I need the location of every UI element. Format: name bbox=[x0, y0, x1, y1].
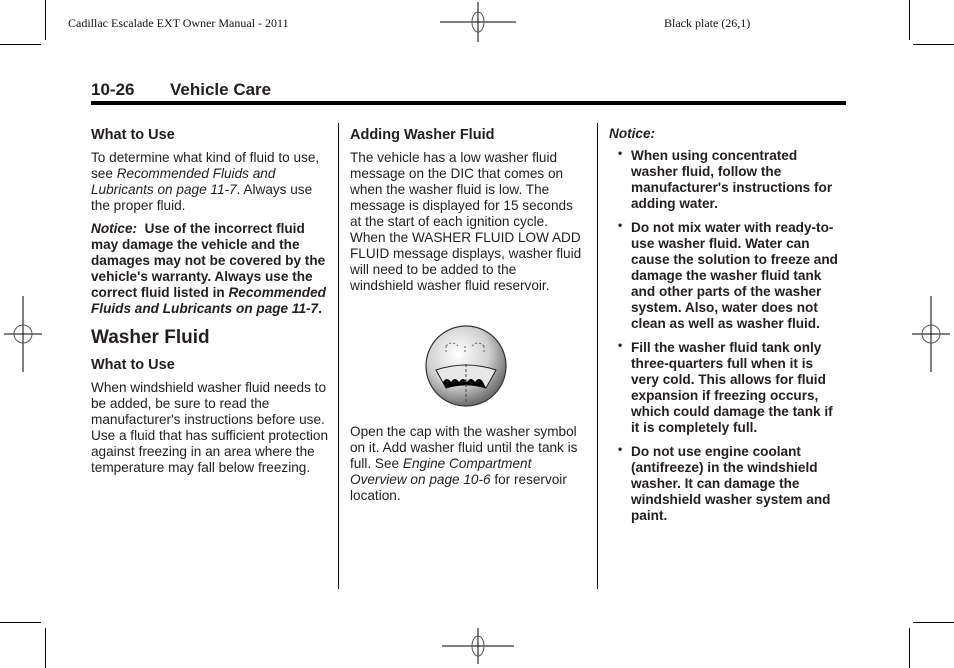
cap-paragraph: Open the cap with the washer symbol on i… bbox=[350, 424, 582, 504]
washer-fluid-heading: Washer Fluid bbox=[91, 327, 210, 348]
washer-symbol-figure bbox=[350, 324, 582, 408]
plate-label: Black plate (26,1) bbox=[664, 16, 751, 30]
adding-washer-fluid-heading: Adding Washer Fluid bbox=[350, 127, 495, 143]
washer-what-to-use-heading: What to Use bbox=[91, 357, 175, 373]
crop-mark bbox=[0, 622, 41, 623]
crop-mark bbox=[913, 44, 954, 45]
title-rule bbox=[91, 101, 846, 105]
registration-mark-left bbox=[4, 296, 42, 372]
page-number: 10-26 bbox=[91, 80, 135, 99]
notice-end: . bbox=[318, 301, 322, 316]
column-divider bbox=[597, 123, 598, 589]
column-2: Adding Washer Fluid The vehicle has a lo… bbox=[350, 126, 582, 511]
bullet-icon: • bbox=[618, 442, 623, 456]
crop-mark bbox=[909, 628, 910, 668]
column-3: Notice: • When using concentrated washer … bbox=[609, 126, 841, 532]
column-1: What to Use To determine what kind of fl… bbox=[91, 126, 331, 483]
registration-mark-top bbox=[440, 2, 516, 42]
washer-paragraph: When windshield washer fluid needs to be… bbox=[91, 380, 329, 475]
washer-fluid-cap-icon bbox=[425, 325, 507, 407]
notice-bullet-list: • When using concentrated washer fluid, f… bbox=[609, 146, 841, 524]
list-item: • When using concentrated washer fluid, f… bbox=[609, 146, 841, 212]
bullet-icon: • bbox=[618, 146, 623, 160]
bullet-icon: • bbox=[618, 338, 623, 352]
what-to-use-heading: What to Use bbox=[91, 127, 175, 143]
intro-paragraph: To determine what kind of fluid to use, … bbox=[91, 150, 331, 214]
bullet-text: Do not mix water with ready-to-use washe… bbox=[631, 220, 838, 331]
registration-mark-bottom bbox=[442, 628, 514, 664]
section-title: Vehicle Care bbox=[170, 80, 272, 99]
registration-mark-right bbox=[912, 296, 950, 372]
bullet-text: Do not use engine coolant (antifreeze) i… bbox=[631, 444, 831, 523]
notice-label: Notice: bbox=[609, 126, 656, 141]
page-title: 10-26 Vehicle Care bbox=[91, 80, 271, 100]
adding-paragraph: The vehicle has a low washer fluid messa… bbox=[350, 150, 582, 293]
notice-paragraph: Notice: Use of the incorrect fluid may d… bbox=[91, 221, 331, 317]
crop-mark bbox=[909, 0, 910, 40]
manual-title: Cadillac Escalade EXT Owner Manual - 201… bbox=[68, 16, 289, 30]
list-item: • Fill the washer fluid tank only three-q… bbox=[609, 338, 841, 436]
bullet-text: When using concentrated washer fluid, fo… bbox=[631, 148, 833, 211]
column-divider bbox=[338, 123, 339, 589]
crop-mark bbox=[45, 628, 46, 668]
crop-mark bbox=[913, 622, 954, 623]
bullet-icon: • bbox=[618, 218, 623, 232]
crop-mark bbox=[0, 44, 41, 45]
notice-label: Notice: bbox=[91, 221, 138, 236]
bullet-text: Fill the washer fluid tank only three-qu… bbox=[631, 340, 833, 435]
list-item: • Do not mix water with ready-to-use wash… bbox=[609, 218, 841, 332]
list-item: • Do not use engine coolant (antifreeze) … bbox=[609, 442, 841, 524]
crop-mark bbox=[45, 0, 46, 40]
